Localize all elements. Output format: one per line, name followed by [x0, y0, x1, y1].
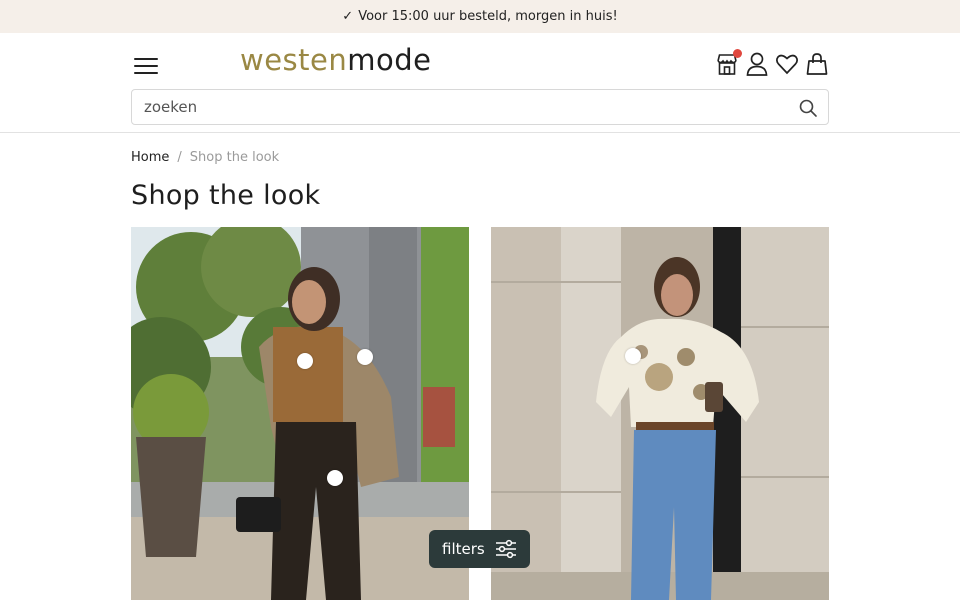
look-2-hotspot[interactable]: [625, 348, 641, 364]
bag-icon[interactable]: [805, 51, 829, 77]
logo-part-mode: mode: [347, 43, 432, 77]
search-icon[interactable]: [798, 98, 818, 118]
site-header: westenmode: [0, 33, 960, 133]
breadcrumb-current: Shop the look: [189, 150, 280, 165]
heart-icon[interactable]: [775, 51, 799, 77]
search-input[interactable]: [144, 90, 784, 124]
look-1-hotspot[interactable]: [327, 470, 343, 486]
hamburger-menu-icon[interactable]: [131, 53, 161, 77]
header-icons: [715, 49, 829, 77]
filters-button[interactable]: filters: [429, 530, 530, 568]
check-icon: ✓: [342, 9, 354, 24]
announcement-bar: ✓ Voor 15:00 uur besteld, morgen in huis…: [0, 0, 960, 33]
site-logo[interactable]: westenmode: [240, 43, 432, 77]
search-bar: [131, 89, 829, 125]
store-icon[interactable]: [715, 49, 742, 77]
logo-part-westen: westen: [240, 43, 348, 77]
breadcrumb-home-link[interactable]: Home: [131, 150, 169, 165]
filters-label: filters: [442, 540, 485, 558]
store-notification-badge: [733, 49, 742, 58]
look-1-photo: [131, 227, 469, 600]
announcement-text: Voor 15:00 uur besteld, morgen in huis!: [358, 9, 618, 24]
breadcrumb: Home / Shop the look: [131, 150, 279, 165]
look-1-hotspot[interactable]: [357, 349, 373, 365]
look-1-hotspot[interactable]: [297, 353, 313, 369]
page-title: Shop the look: [131, 180, 321, 211]
look-image-2[interactable]: [491, 227, 829, 600]
breadcrumb-separator: /: [177, 150, 182, 165]
user-icon[interactable]: [745, 51, 769, 77]
look-image-1[interactable]: [131, 227, 469, 600]
look-2-photo: [491, 227, 829, 600]
sliders-icon: [495, 539, 516, 559]
